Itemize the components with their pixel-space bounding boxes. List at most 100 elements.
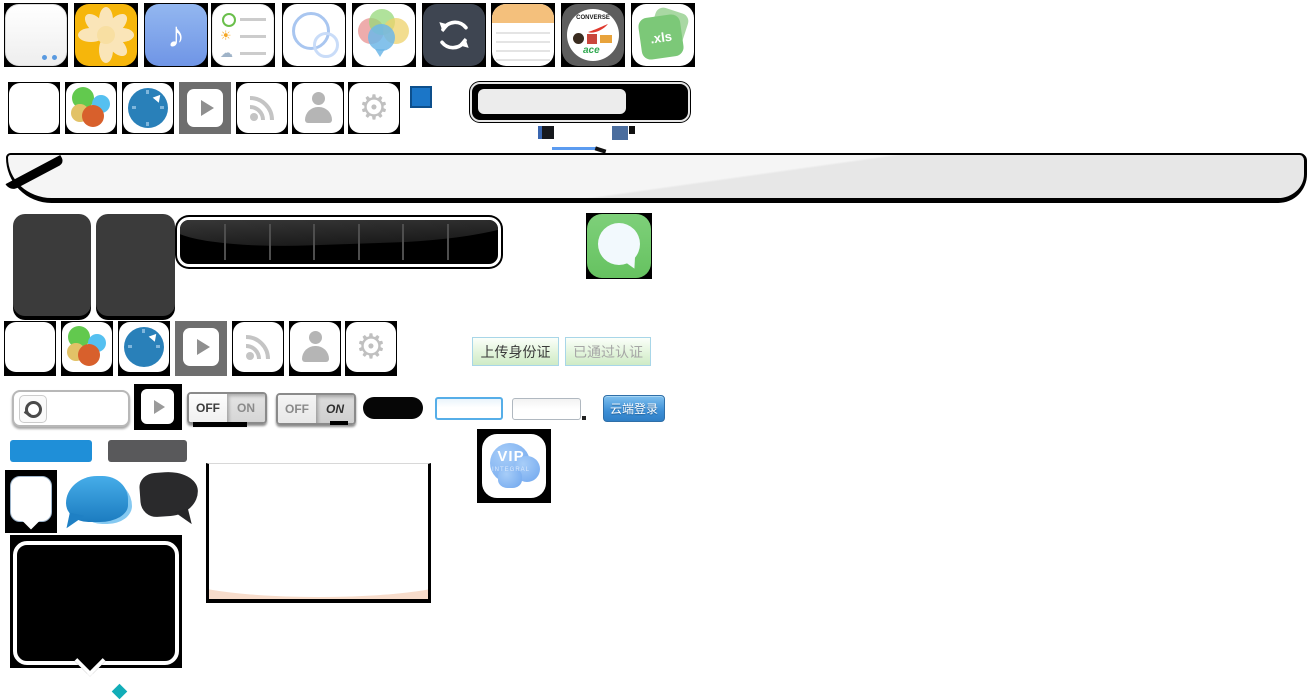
magnifier-box [19,395,47,423]
clock-tick [156,345,160,348]
user-body [302,346,329,362]
dark-card [13,214,91,316]
bubble-body [13,541,179,665]
settings-gear-icon[interactable]: ⚙ [345,321,397,376]
sprite-fragment [629,126,635,134]
toggle-off-label: OFF [278,395,316,423]
blank-white-icon[interactable] [4,321,56,376]
small-ring-icon [313,32,339,58]
play-triangle-icon [201,100,214,116]
play-button[interactable] [141,389,174,424]
speech-bubble-white-icon [5,470,57,533]
brand-converse-label: CONVERSE [567,15,619,21]
black-pill-button[interactable] [363,397,423,419]
notes-line [496,59,550,61]
cloud-login-button[interactable]: 云端登录 [603,395,665,422]
device-dot-icon [52,55,57,60]
color-circles-icon[interactable] [61,321,113,376]
search-bar[interactable] [470,82,690,122]
blue-square-swatch [410,86,432,108]
chat-bubbles-icon[interactable] [352,3,416,67]
notes-icon[interactable] [491,3,555,67]
bubble-body [139,470,200,518]
user-head [312,92,325,105]
rss-feed-icon[interactable] [236,82,288,134]
segmented-tab-bar[interactable] [177,217,501,267]
blue-flat-button[interactable] [10,440,92,462]
user-profile-icon[interactable] [289,321,341,376]
segment-divider [402,224,404,260]
clock-tick [146,122,149,126]
device-icon[interactable] [4,3,68,67]
ribbon-swoosh [6,155,65,192]
segment-divider [269,224,271,260]
play-video-icon[interactable] [179,82,231,134]
search-button[interactable] [630,84,688,120]
toggle-off-label: OFF [189,394,227,422]
sprite-fragment [582,416,586,420]
search-input[interactable] [478,89,626,114]
toggle-on-label: ON [227,394,265,422]
panda-logo-icon [573,33,584,44]
panel-card [206,463,431,603]
sprite-fragment [330,421,348,425]
sprite-fragment [552,147,597,150]
clock-tick [160,106,164,109]
orange-circle [82,105,104,127]
color-circles-icon[interactable] [65,82,117,134]
sprite-sheet-canvas: { "texts": { "xls_label": ".xls", "brand… [0,0,1315,700]
upload-id-button[interactable]: 上传身份证 [472,337,559,366]
verified-button[interactable]: 已通过认证 [565,337,651,366]
flower-photos-icon[interactable] [74,3,138,67]
vip-subtitle: INTEGRAL [482,467,540,473]
sync-arrows-icon [432,13,476,57]
rss-feed-icon[interactable] [232,321,284,376]
play-triangle-icon [154,400,165,414]
message-bubble-green-icon[interactable] [586,213,652,279]
bubble-tail [174,509,191,528]
checklist-icon[interactable]: ☀ ☁ [211,3,275,67]
notes-header [492,4,554,23]
cloud-icon: ☁ [220,46,233,59]
blue-clock-icon[interactable] [118,321,170,376]
sprite-fragment-teal [112,684,128,700]
upload-id-label: 上传身份证 [481,342,551,362]
xls-front-shape: .xls [637,13,684,60]
brand-logos-icon[interactable]: CONVERSE ace [561,3,625,67]
play-video-icon[interactable] [175,321,227,376]
clock-tick [142,329,145,333]
sync-refresh-icon[interactable] [422,3,486,67]
green-ring-icon [222,13,236,27]
user-head [309,331,322,344]
red-logo-icon [587,34,597,44]
gear-glyph-icon: ⚙ [356,330,386,364]
bubble-tail-notch [74,645,105,676]
panel-arc-mask [206,557,431,597]
clock-tick [132,106,136,109]
device-dot-icon [42,55,47,60]
music-glyph-icon: ♪ [167,17,185,53]
text-input[interactable] [512,398,581,420]
music-note-icon[interactable]: ♪ [144,3,208,67]
list-line [240,52,266,55]
toggle-switch-off[interactable]: OFF ON [187,392,267,424]
ribbon-bar [6,153,1307,203]
search-field[interactable] [12,390,130,427]
text-input-focused[interactable] [435,397,503,420]
segment-divider [358,224,360,260]
sprite-fragment [538,126,554,139]
verified-label: 已通过认证 [573,342,643,362]
vip-integral-icon[interactable]: VIP INTEGRAL [477,429,551,503]
blue-clock-icon[interactable] [122,82,174,134]
user-profile-icon[interactable] [292,82,344,134]
settings-gear-icon[interactable]: ⚙ [348,82,400,134]
cloud-login-label: 云端登录 [610,400,658,417]
notes-line [496,32,550,34]
gray-flat-button[interactable] [108,440,187,462]
blue-circles-icon[interactable] [282,3,346,67]
rss-glyph-icon [245,91,279,125]
blank-white-icon[interactable] [8,82,60,134]
toggle-on-label: ON [316,395,354,423]
xls-file-icon[interactable]: .xls [631,3,695,67]
play-triangle-icon [197,339,210,355]
